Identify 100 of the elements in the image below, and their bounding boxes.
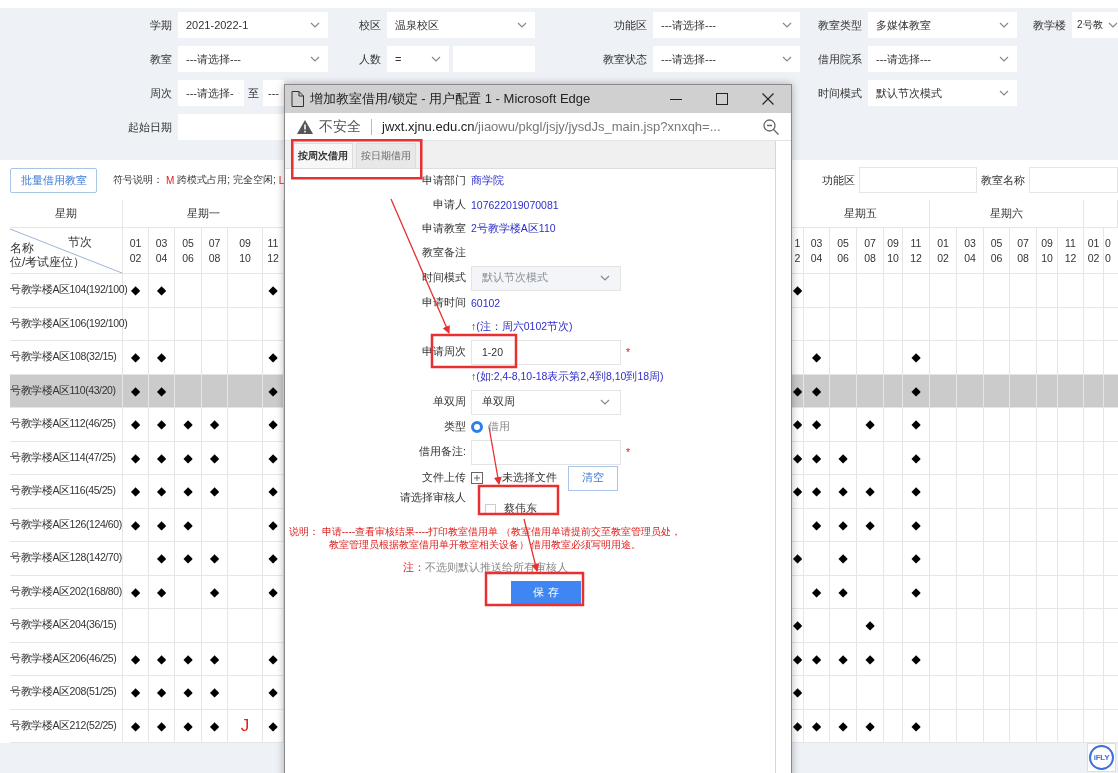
room-name: 号教学楼A区116(45/25) — [10, 484, 116, 499]
field-label: 功能区 — [614, 17, 648, 33]
occupied-mark: ◆ — [130, 584, 141, 599]
occupied-mark: ◆ — [911, 651, 921, 666]
room-name: 号教学楼A区106(192/100) — [10, 316, 128, 331]
occupied-mark: ◆ — [183, 718, 193, 733]
occupied-mark: ◆ — [792, 685, 803, 700]
window-title: 增加教室借用/锁定 - 用户配置 1 - Microsoft Edge — [310, 90, 591, 108]
occupied-mark: ◆ — [811, 517, 822, 532]
slot-label: 2 — [794, 250, 801, 266]
hint-text: ↑(注：周六0102节次) — [471, 320, 573, 334]
occupied-mark: ◆ — [792, 383, 803, 398]
occupied-mark: ◆ — [811, 651, 822, 666]
slot-label: 01 — [937, 235, 949, 251]
occupied-mark: ◆ — [792, 551, 803, 566]
occupied-mark: ◆ — [156, 283, 167, 298]
slot-label: 04 — [155, 250, 168, 266]
occupied-mark: ◆ — [209, 450, 220, 465]
occupied-mark: ◆ — [156, 718, 167, 733]
occupied-mark: ◆ — [130, 517, 141, 532]
occupied-mark: ◆ — [811, 417, 822, 432]
occupied-mark: ◆ — [183, 417, 193, 432]
slot-label: 07 — [1017, 235, 1029, 251]
search-label: 教室名称 — [981, 172, 1025, 188]
occupied-mark: ◆ — [838, 484, 848, 499]
slot-label: 12 — [267, 250, 279, 266]
occupied-mark: ◆ — [130, 417, 141, 432]
form-label: 教室备注 — [422, 246, 466, 258]
form-label: 借用备注: — [419, 445, 466, 457]
occupied-mark: ◆ — [911, 484, 921, 499]
slot-label: 05 — [182, 235, 194, 251]
occupied-mark: ◆ — [209, 651, 220, 666]
occupied-mark: ◆ — [156, 450, 167, 465]
occupied-mark: ◆ — [838, 584, 848, 599]
slot-label: 04 — [810, 250, 823, 266]
field-label: 人数 — [359, 51, 382, 67]
occupied-mark: ◆ — [865, 651, 875, 666]
room-name: 号教学楼A区206(46/25) — [10, 651, 117, 666]
slot-label: 05 — [990, 235, 1003, 251]
occupied-mark: ◆ — [268, 551, 278, 566]
occupied-mark: ◆ — [183, 484, 193, 499]
slot-label: 02 — [1087, 250, 1100, 266]
occupied-mark: ◆ — [268, 718, 278, 733]
occupied-mark: ◆ — [209, 417, 220, 432]
occupied-mark: ◆ — [268, 584, 278, 599]
occupied-mark: ◆ — [792, 718, 803, 733]
slot-label: 06 — [837, 250, 849, 266]
occupied-mark: ◆ — [156, 350, 167, 365]
slot-label: 03 — [810, 235, 823, 251]
field-label: 教室类型 — [818, 17, 863, 33]
field-label: 教室状态 — [603, 51, 648, 67]
occupied-mark: ◆ — [838, 551, 848, 566]
form-label: 申请部门 — [422, 174, 466, 186]
slot-label: 02 — [129, 250, 142, 266]
occupied-mark: ◆ — [156, 417, 167, 432]
slot-label: 03 — [964, 235, 976, 251]
field-label: 起始日期 — [128, 119, 173, 135]
security-label: 不安全 — [319, 117, 361, 136]
slot-label: 0 — [1105, 250, 1111, 266]
occupied-mark: ◆ — [811, 484, 822, 499]
occupied-mark: ◆ — [268, 685, 278, 700]
occupied-mark: ◆ — [209, 551, 220, 566]
occupied-mark: ◆ — [130, 718, 141, 733]
slot-label: 08 — [208, 250, 221, 266]
occupied-mark: ◆ — [130, 651, 141, 666]
occupied-mark: ◆ — [183, 517, 193, 532]
room-name: 号教学楼A区202(168/80) — [10, 584, 122, 599]
form-label: 单双周 — [433, 395, 466, 407]
form-label: 申请人 — [433, 198, 466, 210]
occupied-mark: ◆ — [130, 383, 141, 398]
slot-label: 1 — [794, 235, 801, 251]
occupied-mark: ◆ — [183, 450, 193, 465]
occupied-mark: ◆ — [865, 618, 875, 633]
occupied-mark: ◆ — [811, 584, 822, 599]
slot-label: 12 — [1064, 250, 1077, 266]
occupied-mark: ◆ — [268, 484, 278, 499]
occupied-mark: ◆ — [838, 450, 848, 465]
room-name: 号教学楼A区112(46/25) — [10, 417, 116, 432]
slot-label: 08 — [864, 250, 876, 266]
occupied-mark: ◆ — [209, 685, 220, 700]
occupied-mark: ◆ — [268, 350, 278, 365]
required-mark: * — [626, 446, 631, 458]
slot-label: 0 — [1105, 235, 1111, 251]
occupied-mark: ◆ — [268, 283, 278, 298]
corner-label: 名称 — [10, 240, 34, 256]
room-name: 号教学楼A区108(32/15) — [10, 350, 117, 365]
slot-label: 11 — [1065, 235, 1076, 251]
occupied-mark: ◆ — [268, 450, 278, 465]
occupied-mark: ◆ — [792, 450, 803, 465]
occupied-mark: ◆ — [911, 584, 921, 599]
form-value: 商学院 — [471, 174, 504, 188]
slot-label: 11 — [910, 235, 922, 251]
occupied-mark: ◆ — [911, 350, 921, 365]
field-label: 时间模式 — [818, 85, 863, 101]
form-label: 类型 — [444, 420, 466, 432]
room-name: 号教学楼A区128(142/70) — [10, 551, 122, 566]
slot-label: 07 — [864, 235, 876, 251]
slot-label: 10 — [239, 250, 251, 266]
room-name: 号教学楼A区110(43/20) — [10, 383, 116, 398]
occupied-mark: ◆ — [130, 350, 141, 365]
